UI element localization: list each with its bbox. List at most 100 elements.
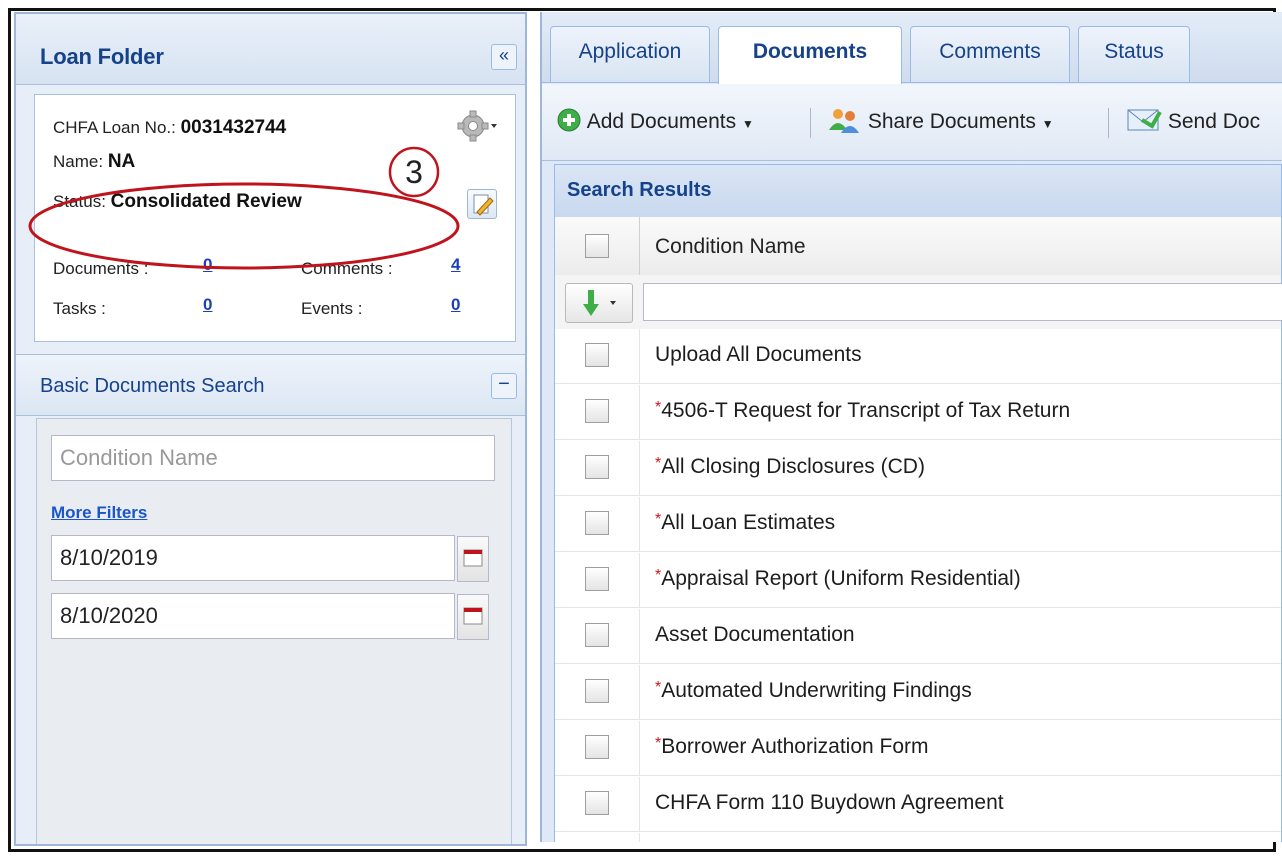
condition-name-text: Upload All Documents <box>655 343 862 366</box>
column-divider <box>639 777 640 831</box>
gear-icon[interactable] <box>457 109 501 143</box>
arrow-down-icon <box>583 290 616 316</box>
tasks-count-label: Tasks : <box>53 299 106 318</box>
table-row[interactable]: *All Closing Disclosures (CD) <box>555 441 1281 496</box>
share-documents-label: Share Documents <box>867 110 1036 133</box>
row-checkbox[interactable] <box>585 735 609 759</box>
column-divider <box>639 833 640 842</box>
documents-toolbar: Add Documents ▼ Share Documents ▼ Send D… <box>542 84 1282 161</box>
loan-number-line: CHFA Loan No.: 0031432744 <box>53 117 286 139</box>
condition-name-text: Appraisal Report (Uniform Residential) <box>661 567 1021 590</box>
table-row[interactable]: *Borrower Authorization Form <box>555 721 1281 776</box>
documents-panel: Application Documents Comments Status Ad… <box>540 12 1282 842</box>
sort-button[interactable] <box>565 283 633 323</box>
send-documents-label: Send Doc <box>1167 110 1261 133</box>
edit-status-button[interactable] <box>467 189 497 219</box>
calendar-icon <box>463 549 483 567</box>
table-row[interactable]: Upload All Documents <box>555 329 1281 384</box>
column-divider <box>639 609 640 663</box>
column-divider <box>639 721 640 775</box>
toolbar-separator <box>810 108 811 138</box>
events-count-label: Events : <box>301 299 363 318</box>
condition-name-text: Borrower Authorization Form <box>661 735 929 758</box>
basic-documents-search-body: More Filters <box>36 418 512 844</box>
row-checkbox[interactable] <box>585 567 609 591</box>
table-row[interactable]: *4506-T Request for Transcript of Tax Re… <box>555 385 1281 440</box>
share-users-icon <box>829 109 859 133</box>
condition-name-cell: *Automated Underwriting Findings <box>655 679 972 703</box>
tasks-count-link[interactable]: 0 <box>203 295 212 315</box>
search-results-grid: Search Results Condition Name Upload All… <box>554 164 1282 842</box>
events-count-link[interactable]: 0 <box>451 295 460 315</box>
condition-name-cell: *Borrower Authorization Form <box>655 735 929 759</box>
column-divider <box>639 329 640 383</box>
select-all-checkbox[interactable] <box>585 234 609 258</box>
tab-comments[interactable]: Comments <box>910 26 1070 82</box>
row-checkbox[interactable] <box>585 511 609 535</box>
loan-folder-title: Loan Folder <box>40 44 164 69</box>
condition-name-text: All Closing Disclosures (CD) <box>661 455 925 478</box>
collapse-panel-button[interactable]: « <box>491 44 517 70</box>
loan-number-label: CHFA Loan No.: <box>53 118 176 137</box>
table-row[interactable]: *All Loan Estimates <box>555 497 1281 552</box>
date-to-input[interactable] <box>51 593 455 639</box>
row-checkbox[interactable] <box>585 791 609 815</box>
table-row[interactable]: *Appraisal Report (Uniform Residential) <box>555 553 1281 608</box>
chevron-down-icon: ▼ <box>1041 117 1054 131</box>
add-documents-label: Add Documents <box>586 110 737 133</box>
date-from-calendar-button[interactable] <box>457 536 489 582</box>
name-label: Name: <box>53 152 104 171</box>
condition-name-cell: Upload All Documents <box>655 343 862 367</box>
loan-folder-panel: Loan Folder « CHFA Loan No.: 0031432744 … <box>14 12 527 846</box>
tab-application[interactable]: Application <box>550 26 710 82</box>
date-to-calendar-button[interactable] <box>457 594 489 640</box>
condition-name-input[interactable] <box>51 435 495 481</box>
condition-filter-input[interactable] <box>643 283 1282 321</box>
toolbar-separator <box>1108 108 1109 138</box>
annotation-number: 3 <box>405 154 423 190</box>
tab-status[interactable]: Status <box>1078 26 1190 82</box>
send-mail-icon <box>1127 109 1162 131</box>
condition-name-cell: Asset Documentation <box>655 623 855 647</box>
condition-name-cell: *All Loan Estimates <box>655 511 835 535</box>
loan-folder-header: Loan Folder « <box>16 14 525 85</box>
collapse-search-button[interactable]: − <box>491 373 517 399</box>
table-row[interactable]: *Automated Underwriting Findings <box>555 665 1281 720</box>
chevron-down-icon: ▼ <box>741 117 754 131</box>
column-divider <box>639 665 640 719</box>
calendar-icon <box>463 607 483 625</box>
condition-name-cell: CHFA Form 110 Buydown Agreement <box>655 791 1004 815</box>
row-checkbox[interactable] <box>585 343 609 367</box>
name-value: NA <box>107 151 136 172</box>
column-header-condition-name[interactable]: Condition Name <box>655 235 806 259</box>
condition-name-cell: *Appraisal Report (Uniform Residential) <box>655 567 1021 591</box>
table-row[interactable]: CHFA Form 110 Buydown Agreement <box>555 777 1281 832</box>
loan-number-value: 0031432744 <box>180 117 287 138</box>
condition-name-text: All Loan Estimates <box>661 511 836 534</box>
column-divider <box>639 217 640 275</box>
column-divider <box>639 385 640 439</box>
column-divider <box>639 497 640 551</box>
row-checkbox[interactable] <box>585 455 609 479</box>
basic-documents-search-title: Basic Documents Search <box>40 375 265 397</box>
basic-documents-search-header: Basic Documents Search − <box>16 354 525 416</box>
send-documents-button[interactable]: Send Doc <box>1126 100 1260 144</box>
table-row[interactable]: CHFA Form 205 Modification of Promissory… <box>555 833 1281 842</box>
row-checkbox[interactable] <box>585 679 609 703</box>
condition-name-cell: *4506-T Request for Transcript of Tax Re… <box>655 399 1070 423</box>
condition-name-cell: *All Closing Disclosures (CD) <box>655 455 925 479</box>
more-filters-link[interactable]: More Filters <box>51 503 147 523</box>
add-documents-button[interactable]: Add Documents ▼ <box>556 100 754 144</box>
column-divider <box>639 441 640 495</box>
name-line: Name: NA <box>53 151 135 173</box>
row-checkbox[interactable] <box>585 399 609 423</box>
row-checkbox[interactable] <box>585 623 609 647</box>
tab-documents[interactable]: Documents <box>718 26 902 84</box>
condition-name-text: Automated Underwriting Findings <box>661 679 972 702</box>
add-icon <box>557 108 581 132</box>
search-results-header: Search Results <box>555 165 1281 218</box>
condition-name-text: Asset Documentation <box>655 623 855 646</box>
date-from-input[interactable] <box>51 535 455 581</box>
table-row[interactable]: Asset Documentation <box>555 609 1281 664</box>
share-documents-button[interactable]: Share Documents ▼ <box>826 100 1054 144</box>
